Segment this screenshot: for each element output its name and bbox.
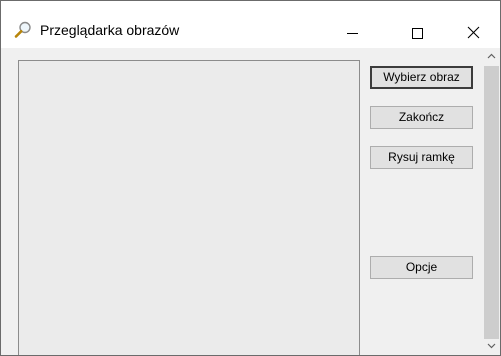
image-display-area [18, 60, 360, 355]
minimize-icon [347, 33, 358, 34]
scroll-up-button[interactable] [483, 48, 500, 65]
chevron-up-icon [487, 53, 496, 59]
app-window: Przeglądarka obrazów Wybierz obraz Zakoń… [0, 0, 501, 356]
choose-image-button[interactable]: Wybierz obraz [370, 66, 473, 89]
close-icon [467, 26, 480, 39]
title-bar[interactable]: Przeglądarka obrazów [1, 1, 500, 48]
exit-button[interactable]: Zakończ [370, 106, 473, 129]
scroll-down-button[interactable] [483, 337, 500, 354]
chevron-down-icon [487, 343, 496, 349]
close-button[interactable] [451, 11, 497, 48]
magnifier-icon [14, 21, 32, 39]
scrollbar-thumb[interactable] [484, 66, 499, 339]
maximize-icon [412, 28, 423, 39]
minimize-button[interactable] [330, 11, 376, 48]
draw-frame-button[interactable]: Rysuj ramkę [370, 146, 473, 169]
window-title: Przeglądarka obrazów [40, 22, 180, 38]
options-button[interactable]: Opcje [370, 256, 473, 279]
vertical-scrollbar[interactable] [483, 48, 500, 355]
maximize-button[interactable] [395, 11, 441, 48]
